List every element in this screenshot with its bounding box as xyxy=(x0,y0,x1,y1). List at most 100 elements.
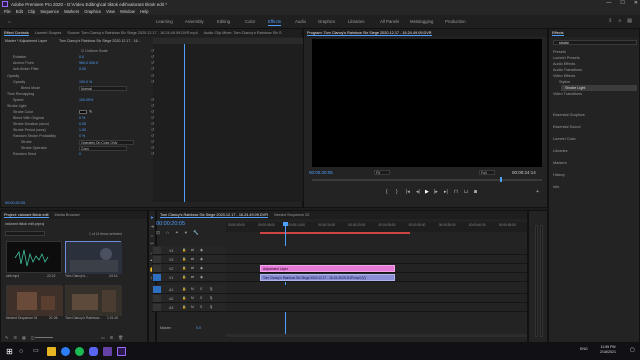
workspace-effects[interactable]: Effects xyxy=(268,19,282,26)
clip-label[interactable]: Tom Clancy's Rainbow Six Siege 2020.12.1… xyxy=(59,39,141,43)
item-name-strb[interactable]: strb.mp4 xyxy=(6,274,19,278)
lock-icon[interactable]: 🔒 xyxy=(182,248,186,252)
tab-lumetri-scopes[interactable]: Lumetri Scopes xyxy=(35,31,61,35)
sync-icon[interactable]: ⇄ xyxy=(191,275,194,279)
workspace-color[interactable]: Color xyxy=(245,19,255,24)
workspace-all-panels[interactable]: All Panels xyxy=(380,19,399,24)
playhead[interactable] xyxy=(184,44,185,202)
tab-audio-clip-mixer[interactable]: Audio Clip Mixer: Tom Clancy's Rainbow S… xyxy=(204,31,282,35)
menu-edit[interactable]: Edit xyxy=(16,9,23,14)
section-markers[interactable]: Markers xyxy=(553,161,567,165)
track-header-a2[interactable]: A2 🔒 M S 🎙 xyxy=(152,294,226,303)
mic-icon[interactable]: 🎙 xyxy=(209,287,213,291)
video-clip[interactable]: Tom Clancy's Rainbow Six Siege 2020.12.1… xyxy=(260,274,395,281)
tab-effects[interactable]: Effects xyxy=(552,31,564,36)
track-header-v2[interactable]: V2 🔒 ⇄ ◉ xyxy=(152,264,226,273)
track-target-toggle[interactable] xyxy=(153,247,161,254)
strobe-period-value[interactable]: 1.00 xyxy=(79,128,86,132)
eyedropper-icon[interactable]: ✎ xyxy=(89,109,92,114)
blend-mode-dropdown[interactable]: Normal xyxy=(79,86,127,91)
reset-icon[interactable]: ↺ xyxy=(151,54,154,59)
item-name-nested-sequence[interactable]: Nested Sequence 01 xyxy=(6,316,38,320)
workspace-metalogging[interactable]: Metalogging xyxy=(410,19,433,24)
extract-icon[interactable]: ⊔ xyxy=(464,189,468,195)
item-name-tom-clancy[interactable]: Tom Clancy's... xyxy=(65,274,88,278)
section-info[interactable]: Info xyxy=(553,185,559,189)
step-forward-icon[interactable]: |▸ xyxy=(434,189,438,195)
adjustment-layer-clip[interactable]: Adjustment Layer xyxy=(260,265,395,272)
mark-in-icon[interactable]: { xyxy=(386,189,388,195)
eye-icon[interactable]: ◉ xyxy=(200,275,203,279)
new-bin-icon[interactable]: ▭ xyxy=(101,335,105,340)
tree-audio-effects[interactable]: Audio Effects xyxy=(553,62,575,66)
menu-clip[interactable]: Clip xyxy=(28,9,35,14)
task-view-icon[interactable]: ▭ xyxy=(33,347,42,356)
go-to-out-icon[interactable]: ▸| xyxy=(444,189,448,195)
step-back-icon[interactable]: ◂| xyxy=(416,189,420,195)
opacity-group-label[interactable]: Opacity xyxy=(7,74,19,78)
reset-icon[interactable]: ↺ xyxy=(151,145,154,150)
track-target-toggle[interactable] xyxy=(153,274,161,281)
solo-icon[interactable]: S xyxy=(200,287,202,291)
reset-icon[interactable]: ↺ xyxy=(151,66,154,71)
eye-icon[interactable]: ◉ xyxy=(200,266,203,270)
effects-search-input[interactable]: strobe xyxy=(553,40,637,45)
lift-icon[interactable]: ⊓ xyxy=(454,189,458,195)
tab-project[interactable]: Project: valorant tiktok edit xyxy=(4,213,49,218)
section-essential-graphics[interactable]: Essential Graphics xyxy=(553,113,585,117)
time-remapping-label[interactable]: Time Remapping xyxy=(7,92,34,96)
zoom-slider[interactable] xyxy=(35,337,53,338)
tree-stylize[interactable]: Stylize xyxy=(559,80,570,84)
timeline-playhead-handle[interactable] xyxy=(283,222,288,226)
lock-icon[interactable]: 🔒 xyxy=(182,296,186,300)
track-lane-a2[interactable] xyxy=(226,294,527,303)
thumbnail-tom-clancy-2[interactable] xyxy=(65,285,122,316)
program-video-frame[interactable] xyxy=(312,39,542,167)
twitch-icon[interactable] xyxy=(103,347,112,356)
workspace-production[interactable]: Production xyxy=(445,19,466,24)
reset-icon[interactable]: ↺ xyxy=(151,48,154,53)
lock-icon[interactable]: 🔒 xyxy=(182,305,186,309)
strobe-dropdown[interactable]: Operates On Color Only xyxy=(79,140,134,145)
tree-video-effects[interactable]: Video Effects xyxy=(553,74,575,78)
tree-audio-transitions[interactable]: Audio Transitions xyxy=(553,68,582,72)
track-lane-a1[interactable] xyxy=(226,285,527,294)
premiere-taskbar-icon[interactable] xyxy=(117,347,126,356)
strobe-light-label[interactable]: Strobe Light xyxy=(7,104,26,108)
zoom-dropdown[interactable]: Fit xyxy=(374,170,390,175)
track-header-v4[interactable]: V4 🔒 ⇄ ◉ xyxy=(152,246,226,255)
freeform-view-icon[interactable]: ◫ xyxy=(31,335,35,340)
nest-icon[interactable]: ⊡ xyxy=(156,230,160,236)
tab-nested-sequence-02[interactable]: Nested Sequence 02 xyxy=(274,213,309,217)
thumbnail-nested-sequence[interactable] xyxy=(6,285,63,316)
search-icon[interactable]: ○ xyxy=(19,347,28,356)
reset-icon[interactable]: ↺ xyxy=(151,79,154,84)
reset-icon[interactable]: ↺ xyxy=(151,139,154,144)
track-target-toggle[interactable] xyxy=(153,295,161,302)
windows-start-icon[interactable]: ⊞ xyxy=(5,347,14,356)
section-essential-sound[interactable]: Essential Sound xyxy=(553,125,580,129)
tree-presets[interactable]: Presets xyxy=(553,50,566,54)
track-target-toggle[interactable] xyxy=(153,265,161,272)
track-lane-a3[interactable] xyxy=(226,303,527,312)
track-target-toggle[interactable] xyxy=(153,286,161,293)
play-icon[interactable]: ▶ xyxy=(425,189,429,195)
sync-icon[interactable]: ⇄ xyxy=(191,248,194,252)
linked-selection-icon[interactable]: ⚭ xyxy=(175,230,179,236)
mic-icon[interactable]: 🎙 xyxy=(209,296,213,300)
menu-file[interactable]: File xyxy=(4,9,11,14)
eye-icon[interactable]: ◉ xyxy=(200,248,203,252)
strobe-operator-dropdown[interactable]: Copy xyxy=(79,146,127,151)
sync-icon[interactable]: ⇄ xyxy=(191,257,194,261)
section-libraries[interactable]: Libraries xyxy=(553,149,568,153)
browser-icon[interactable] xyxy=(61,347,70,356)
track-lane-v3[interactable] xyxy=(226,255,527,264)
tree-strobe-light[interactable]: Strobe Light xyxy=(565,86,585,90)
strobe-duration-value[interactable]: 0.05 xyxy=(79,122,86,126)
track-header-v1[interactable]: V1 🔒 ⇄ ◉ xyxy=(152,273,226,282)
master-volume-value[interactable]: 0.0 xyxy=(196,326,201,330)
quick-export-icon[interactable]: ⇪ xyxy=(608,18,612,24)
menu-help[interactable]: Help xyxy=(140,9,149,14)
lock-icon[interactable]: 🔒 xyxy=(182,257,186,261)
button-editor-icon[interactable]: + xyxy=(536,189,539,195)
